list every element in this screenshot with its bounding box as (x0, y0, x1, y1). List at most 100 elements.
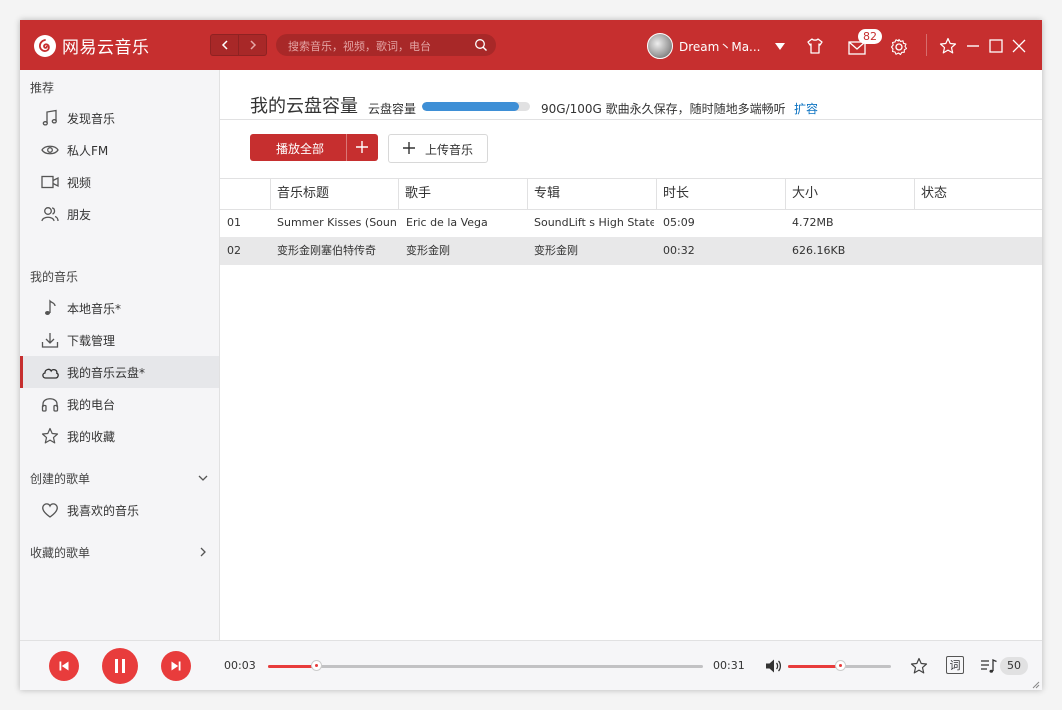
lyrics-button[interactable]: 词 (946, 656, 964, 674)
table-row[interactable]: 02 变形金刚塞伯特传奇 变形金刚 变形金刚 00:32 626.16KB (220, 237, 1042, 265)
song-album[interactable]: SoundLift s High State (534, 209, 654, 237)
chevron-right-icon (249, 40, 256, 50)
playlist-icon[interactable] (980, 657, 998, 675)
song-artist[interactable]: Eric de la Vega (406, 209, 526, 237)
play-all-button[interactable]: 播放全部 (250, 134, 378, 161)
volume-slider[interactable] (788, 660, 891, 671)
song-artist[interactable]: 变形金刚 (406, 237, 526, 265)
sidebar-item-label: 私人FM (67, 144, 109, 158)
song-title[interactable]: 变形金刚塞伯特传奇 (277, 237, 397, 265)
capacity-label: 云盘容量 (368, 102, 417, 116)
sidebar-item-label: 我的收藏 (67, 430, 116, 444)
chevron-right-icon[interactable] (197, 546, 209, 558)
playlist-count-badge: 50 (1000, 657, 1028, 675)
pause-icon (115, 659, 125, 673)
table-header: 音乐标题 歌手 专辑 时长 大小 状态 (220, 178, 1042, 210)
app-logo[interactable]: 网易云音乐 (34, 33, 150, 58)
sidebar-item-discover[interactable]: 发现音乐 (20, 102, 219, 134)
title-bar: 网易云音乐 Dream丶Ma... 82 (20, 20, 1042, 70)
mail-count-badge: 82 (858, 29, 882, 44)
close-icon[interactable] (1010, 37, 1028, 55)
avatar[interactable] (647, 33, 673, 59)
song-title[interactable]: Summer Kisses (Sound (277, 209, 397, 237)
total-time: 00:31 (713, 659, 745, 672)
eye-icon (41, 145, 59, 155)
expand-capacity-link[interactable]: 扩容 (794, 100, 818, 117)
username[interactable]: Dream丶Ma... (679, 38, 761, 55)
sidebar-item-cloud[interactable]: 我的音乐云盘* (20, 356, 219, 388)
friends-icon (41, 207, 59, 222)
sidebar-item-fm[interactable]: 私人FM (20, 134, 219, 166)
back-button[interactable] (210, 34, 239, 56)
column-header-size[interactable]: 大小 (785, 179, 914, 209)
upload-music-button[interactable]: 上传音乐 (388, 134, 488, 163)
section-heading-recommend: 推荐 (30, 81, 55, 95)
heart-icon (42, 503, 58, 518)
add-to-queue-plus-icon[interactable] (355, 140, 369, 154)
sidebar-item-label: 本地音乐* (67, 302, 122, 316)
music-note-icon (42, 109, 57, 126)
sidebar-item-label: 朋友 (67, 208, 92, 222)
sidebar: 推荐 发现音乐 私人FM 视频 朋友 我的音乐 本地音乐* 下载管理 我的音乐云… (20, 70, 220, 640)
player-bar: 00:03 00:31 词 50 (20, 640, 1042, 690)
sidebar-item-label: 视频 (67, 176, 92, 190)
gear-icon[interactable] (890, 38, 908, 56)
caret-down-icon[interactable] (774, 42, 785, 50)
column-header-artist[interactable]: 歌手 (398, 179, 527, 209)
sidebar-item-label: 发现音乐 (67, 112, 116, 126)
table-row[interactable]: 01 Summer Kisses (Sound Eric de la Vega … (220, 209, 1042, 237)
volume-slider-knob[interactable] (834, 660, 846, 671)
search-icon[interactable] (474, 38, 488, 52)
sidebar-item-video[interactable]: 视频 (20, 166, 219, 198)
forward-button[interactable] (239, 34, 267, 56)
sidebar-item-label: 我的音乐云盘* (67, 366, 146, 380)
sidebar-item-friends[interactable]: 朋友 (20, 198, 219, 230)
app-window: 网易云音乐 Dream丶Ma... 82 推荐 (20, 20, 1042, 690)
song-size: 4.72MB (792, 216, 834, 229)
sidebar-item-liked-music[interactable]: 我喜欢的音乐 (20, 494, 219, 526)
capacity-bar (422, 102, 530, 111)
video-icon (41, 175, 59, 189)
song-status (921, 237, 1041, 265)
section-heading-my-music: 我的音乐 (30, 270, 79, 284)
skin-tshirt-icon[interactable] (806, 37, 824, 55)
download-icon (41, 333, 59, 348)
column-header-duration[interactable]: 时长 (656, 179, 785, 209)
sidebar-item-label: 下载管理 (67, 334, 116, 348)
progress-slider[interactable] (268, 660, 703, 671)
cloud-icon (42, 368, 59, 379)
play-all-label: 播放全部 (276, 142, 325, 156)
sidebar-item-radio[interactable]: 我的电台 (20, 388, 219, 420)
song-duration: 05:09 (663, 216, 695, 229)
column-header-album[interactable]: 专辑 (527, 179, 656, 209)
section-heading-collected-playlists[interactable]: 收藏的歌单 (30, 544, 90, 561)
netease-logo-icon (34, 34, 56, 57)
pause-button[interactable] (102, 648, 138, 684)
button-separator (346, 134, 347, 161)
sidebar-item-label: 我的电台 (67, 398, 116, 412)
play-mode-star-icon[interactable] (910, 657, 928, 675)
sidebar-item-downloads[interactable]: 下载管理 (20, 324, 219, 356)
sidebar-item-local-music[interactable]: 本地音乐* (20, 292, 219, 324)
progress-slider-knob[interactable] (310, 660, 322, 671)
volume-icon[interactable] (764, 657, 782, 675)
song-album[interactable]: 变形金刚 (534, 237, 654, 265)
user-menu[interactable]: Dream丶Ma... (647, 33, 785, 59)
resize-grip-icon[interactable] (1030, 679, 1040, 689)
section-heading-created-playlists[interactable]: 创建的歌单 (30, 470, 90, 487)
progress-slider-fill (268, 665, 316, 668)
maximize-icon[interactable] (987, 37, 1005, 55)
previous-button[interactable] (49, 651, 79, 681)
minimize-icon[interactable] (964, 37, 982, 55)
column-header-status[interactable]: 状态 (914, 179, 1042, 209)
current-time: 00:03 (224, 659, 256, 672)
divider (220, 119, 1042, 120)
next-button[interactable] (161, 651, 191, 681)
sidebar-item-collection[interactable]: 我的收藏 (20, 420, 219, 452)
mini-mode-star-icon[interactable] (939, 37, 957, 55)
headphones-icon (41, 398, 59, 412)
capacity-bar-fill (422, 102, 520, 111)
search-input[interactable] (286, 36, 470, 56)
column-header-title[interactable]: 音乐标题 (270, 179, 398, 209)
chevron-down-icon[interactable] (197, 472, 209, 484)
